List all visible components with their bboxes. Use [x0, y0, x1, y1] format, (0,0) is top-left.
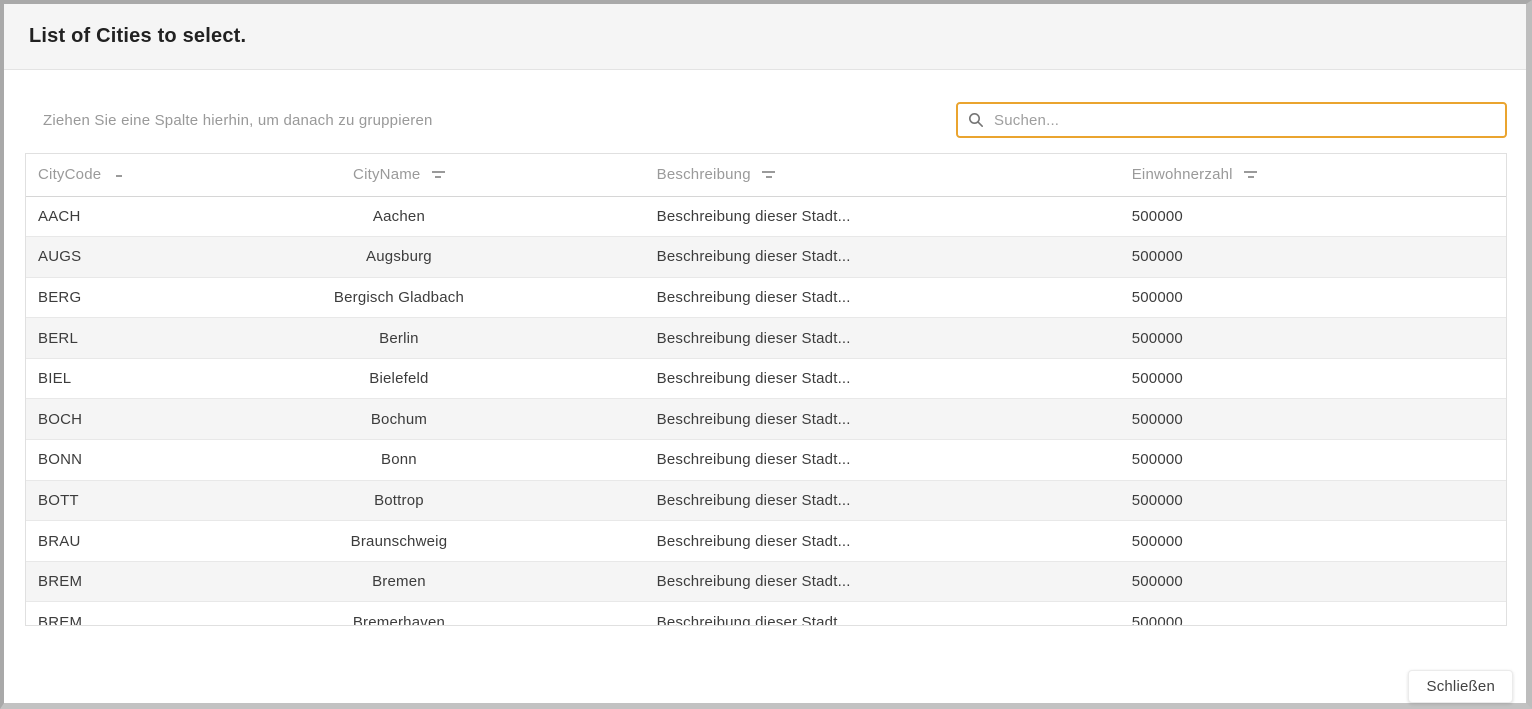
group-panel-hint: Ziehen Sie eine Spalte hierhin, um danac…: [43, 112, 433, 129]
dialog-titlebar: List of Cities to select.: [4, 4, 1526, 70]
cell-desc: Beschreibung dieser Stadt...: [645, 561, 1120, 602]
cell-desc: Beschreibung dieser Stadt...: [645, 440, 1120, 481]
cell-name: Bremen: [153, 561, 644, 602]
column-header-citycode[interactable]: CityCode: [26, 154, 153, 196]
cell-desc: Beschreibung dieser Stadt...: [645, 277, 1120, 318]
table-row[interactable]: BREMBremerhavenBeschreibung dieser Stadt…: [26, 602, 1506, 626]
column-label: Beschreibung: [657, 166, 751, 183]
search-input[interactable]: [992, 111, 1495, 130]
cell-population: 500000: [1120, 440, 1506, 481]
table-row[interactable]: AUGSAugsburgBeschreibung dieser Stadt...…: [26, 237, 1506, 278]
cell-population: 500000: [1120, 358, 1506, 399]
dialog-footer: Schließen: [4, 639, 1526, 703]
cell-population: 500000: [1120, 399, 1506, 440]
cell-code: BERL: [26, 318, 153, 359]
column-header-einwohnerzahl[interactable]: Einwohnerzahl: [1120, 154, 1506, 196]
grid-toolbar: Ziehen Sie eine Spalte hierhin, um danac…: [25, 102, 1507, 138]
table-row[interactable]: BOCHBochumBeschreibung dieser Stadt...50…: [26, 399, 1506, 440]
cell-code: BOCH: [26, 399, 153, 440]
cell-code: BREM: [26, 561, 153, 602]
cell-name: Augsburg: [153, 237, 644, 278]
cell-population: 500000: [1120, 521, 1506, 562]
table-row[interactable]: BOTTBottropBeschreibung dieser Stadt...5…: [26, 480, 1506, 521]
column-label: CityName: [353, 166, 420, 183]
column-label: Einwohnerzahl: [1132, 166, 1233, 183]
cell-name: Bergisch Gladbach: [153, 277, 644, 318]
close-button[interactable]: Schließen: [1408, 670, 1513, 703]
table-row[interactable]: BERLBerlinBeschreibung dieser Stadt...50…: [26, 318, 1506, 359]
cell-population: 500000: [1120, 318, 1506, 359]
cell-code: AACH: [26, 196, 153, 237]
page-title: List of Cities to select.: [29, 25, 246, 48]
table-row[interactable]: BRAUBraunschweigBeschreibung dieser Stad…: [26, 521, 1506, 562]
cell-code: BIEL: [26, 358, 153, 399]
cell-code: AUGS: [26, 237, 153, 278]
cell-desc: Beschreibung dieser Stadt...: [645, 399, 1120, 440]
cell-population: 500000: [1120, 196, 1506, 237]
table-row[interactable]: BIELBielefeldBeschreibung dieser Stadt..…: [26, 358, 1506, 399]
cities-table: CityCode CityName Beschreibung Einw: [26, 154, 1506, 626]
cell-desc: Beschreibung dieser Stadt...: [645, 358, 1120, 399]
cell-name: Bielefeld: [153, 358, 644, 399]
column-label: CityCode: [38, 166, 101, 183]
cities-grid: CityCode CityName Beschreibung Einw: [25, 153, 1507, 626]
table-row[interactable]: BREMBremenBeschreibung dieser Stadt...50…: [26, 561, 1506, 602]
cell-code: BREM: [26, 602, 153, 626]
table-row[interactable]: AACHAachenBeschreibung dieser Stadt...50…: [26, 196, 1506, 237]
filter-icon[interactable]: [1244, 171, 1257, 178]
cell-population: 500000: [1120, 480, 1506, 521]
search-box[interactable]: [956, 102, 1507, 138]
cell-code: BOTT: [26, 480, 153, 521]
cell-code: BONN: [26, 440, 153, 481]
cell-population: 500000: [1120, 277, 1506, 318]
cell-desc: Beschreibung dieser Stadt...: [645, 480, 1120, 521]
cell-desc: Beschreibung dieser Stadt...: [645, 237, 1120, 278]
cell-name: Braunschweig: [153, 521, 644, 562]
cell-population: 500000: [1120, 561, 1506, 602]
header-row: CityCode CityName Beschreibung Einw: [26, 154, 1506, 196]
cell-population: 500000: [1120, 602, 1506, 626]
table-row[interactable]: BERGBergisch GladbachBeschreibung dieser…: [26, 277, 1506, 318]
table-row[interactable]: BONNBonnBeschreibung dieser Stadt...5000…: [26, 440, 1506, 481]
cell-code: BRAU: [26, 521, 153, 562]
cell-name: Aachen: [153, 196, 644, 237]
filter-icon[interactable]: [432, 171, 445, 178]
cell-population: 500000: [1120, 237, 1506, 278]
cell-desc: Beschreibung dieser Stadt...: [645, 318, 1120, 359]
cell-name: Berlin: [153, 318, 644, 359]
search-icon: [968, 112, 984, 128]
cell-desc: Beschreibung dieser Stadt...: [645, 521, 1120, 562]
cities-dialog: List of Cities to select. Ziehen Sie ein…: [0, 0, 1532, 709]
dialog-content: Ziehen Sie eine Spalte hierhin, um danac…: [4, 70, 1526, 639]
city-table-body: AACHAachenBeschreibung dieser Stadt...50…: [26, 196, 1506, 626]
cell-code: BERG: [26, 277, 153, 318]
filter-icon[interactable]: [762, 171, 775, 178]
cell-name: Bonn: [153, 440, 644, 481]
cell-desc: Beschreibung dieser Stadt...: [645, 602, 1120, 626]
cell-name: Bremerhaven: [153, 602, 644, 626]
column-header-beschreibung[interactable]: Beschreibung: [645, 154, 1120, 196]
cell-name: Bochum: [153, 399, 644, 440]
cell-desc: Beschreibung dieser Stadt...: [645, 196, 1120, 237]
column-header-cityname[interactable]: CityName: [153, 154, 644, 196]
filter-icon[interactable]: [113, 172, 126, 177]
cell-name: Bottrop: [153, 480, 644, 521]
